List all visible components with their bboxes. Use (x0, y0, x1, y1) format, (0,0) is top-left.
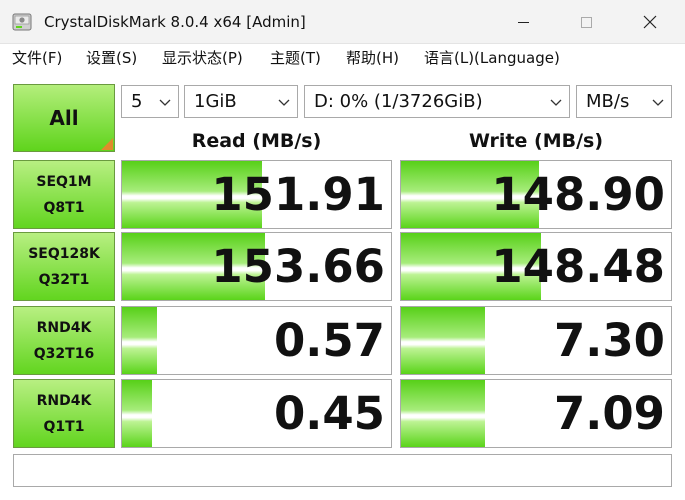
test-params: Q32T16 (33, 345, 95, 362)
read-result-cell: 0.45 (121, 379, 392, 448)
menu-display[interactable]: 显示状态(P) (162, 48, 243, 68)
test-button-rnd4k-q1t1[interactable]: RND4K Q1T1 (13, 379, 115, 448)
test-button-rnd4k-q32t16[interactable]: RND4K Q32T16 (13, 306, 115, 375)
write-column-header: Write (MB/s) (468, 130, 604, 152)
read-result-cell: 151.91 (121, 160, 392, 229)
menu-file[interactable]: 文件(F) (12, 48, 62, 68)
menu-language[interactable]: 语言(L)(Language) (424, 48, 560, 68)
test-count-value: 5 (131, 91, 143, 112)
close-icon (643, 15, 657, 29)
read-column-header: Read (MB/s) (191, 130, 322, 152)
write-result-value: 7.30 (553, 314, 665, 367)
write-result-cell: 7.30 (400, 306, 672, 375)
menu-bar: 文件(F) 设置(S) 显示状态(P) 主题(T) 帮助(H) 语言(L)(La… (0, 44, 685, 72)
minimize-button[interactable] (497, 0, 549, 44)
test-params: Q8T1 (43, 199, 85, 216)
test-params: Q32T1 (38, 271, 90, 288)
title-bar: CrystalDiskMark 8.0.4 x64 [Admin] (0, 0, 685, 44)
test-params: Q1T1 (43, 418, 85, 435)
chevron-down-icon (550, 99, 562, 106)
chevron-down-icon (159, 99, 171, 106)
read-result-cell: 153.66 (121, 232, 392, 301)
write-result-cell: 148.48 (400, 232, 672, 301)
read-result-value: 0.45 (273, 387, 385, 440)
menu-help[interactable]: 帮助(H) (346, 48, 399, 68)
minimize-icon (517, 21, 529, 23)
unit-select[interactable]: MB/s (576, 85, 672, 118)
drive-value: D: 0% (1/3726GiB) (314, 91, 483, 112)
maximize-button[interactable] (560, 0, 612, 44)
test-size-select[interactable]: 1GiB (184, 85, 298, 118)
test-name: SEQ1M (36, 173, 92, 190)
read-progress-fill (122, 307, 157, 374)
read-result-value: 151.91 (211, 168, 385, 221)
write-result-cell: 148.90 (400, 160, 672, 229)
all-button[interactable]: All (13, 84, 115, 152)
drive-select[interactable]: D: 0% (1/3726GiB) (304, 85, 570, 118)
read-result-value: 0.57 (273, 314, 385, 367)
write-progress-fill (401, 380, 485, 447)
maximize-icon (580, 16, 592, 28)
test-button-seq1m-q8t1[interactable]: SEQ1M Q8T1 (13, 160, 115, 229)
test-name: SEQ128K (28, 245, 100, 262)
read-progress-fill (122, 380, 152, 447)
chevron-down-icon (652, 99, 664, 106)
test-count-select[interactable]: 5 (121, 85, 179, 118)
comment-input[interactable] (13, 454, 672, 487)
write-result-value: 148.90 (491, 168, 665, 221)
disk-app-icon (12, 13, 32, 31)
test-name: RND4K (36, 392, 92, 409)
all-button-label: All (49, 106, 79, 130)
corner-marker-icon (101, 138, 113, 150)
read-result-value: 153.66 (211, 240, 385, 293)
write-progress-fill (401, 307, 485, 374)
menu-theme[interactable]: 主题(T) (270, 48, 321, 68)
read-result-cell: 0.57 (121, 306, 392, 375)
write-result-value: 148.48 (491, 240, 665, 293)
write-result-cell: 7.09 (400, 379, 672, 448)
close-button[interactable] (624, 0, 676, 44)
menu-settings[interactable]: 设置(S) (86, 48, 137, 68)
test-button-seq128k-q32t1[interactable]: SEQ128K Q32T1 (13, 232, 115, 301)
test-name: RND4K (36, 319, 92, 336)
write-result-value: 7.09 (553, 387, 665, 440)
chevron-down-icon (278, 99, 290, 106)
test-size-value: 1GiB (194, 91, 237, 112)
window-title: CrystalDiskMark 8.0.4 x64 [Admin] (44, 13, 306, 31)
unit-value: MB/s (586, 91, 630, 112)
